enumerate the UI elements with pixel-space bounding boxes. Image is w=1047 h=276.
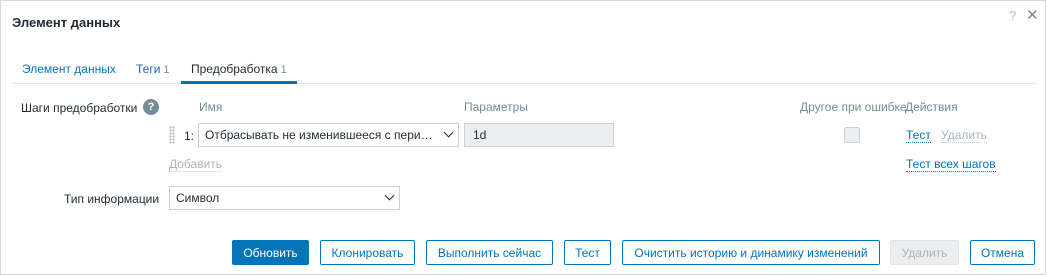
info-type-value: Символ	[176, 191, 220, 205]
tab-preprocessing[interactable]: Предобработка 1	[181, 62, 297, 84]
delete-button[interactable]: Удалить	[890, 240, 959, 265]
preprocessing-steps-label: Шаги предобработки	[21, 101, 138, 115]
column-header-actions: Действия	[905, 100, 958, 114]
execute-now-button[interactable]: Выполнить сейчас	[426, 240, 553, 265]
tab-item-label: Элемент данных	[22, 62, 116, 76]
add-step-link[interactable]: Добавить	[169, 157, 223, 172]
update-button[interactable]: Обновить	[232, 240, 309, 265]
clear-history-button[interactable]: Очистить историю и динамику изменений	[622, 240, 880, 265]
info-type-label: Тип информации	[64, 192, 160, 206]
dialog-title: Элемент данных	[12, 15, 121, 30]
item-dialog: Элемент данных ? ✕ Элемент данных Теги 1 …	[0, 0, 1046, 275]
step-type-select[interactable]: Отбрасывать не изменившееся с перио…	[198, 123, 459, 147]
close-icon[interactable]: ✕	[1026, 6, 1039, 24]
chevron-down-icon	[384, 190, 395, 201]
help-question-icon[interactable]: ?	[143, 99, 159, 115]
on-error-checkbox[interactable]	[844, 127, 860, 143]
tab-preprocessing-count: 1	[280, 64, 287, 76]
step-test-link[interactable]: Тест	[906, 128, 931, 143]
help-icon[interactable]: ?	[1009, 8, 1016, 23]
tab-preprocessing-label: Предобработка	[191, 62, 278, 76]
drag-handle-icon[interactable]	[169, 126, 175, 144]
chevron-down-icon	[443, 127, 454, 138]
step-delete-link[interactable]: Удалить	[941, 128, 987, 143]
test-button[interactable]: Тест	[564, 240, 611, 265]
tab-item[interactable]: Элемент данных	[22, 62, 116, 84]
tab-tags-count: 1	[163, 64, 170, 76]
step-type-value: Отбрасывать не изменившееся с перио…	[205, 128, 438, 142]
tab-tags-label: Теги	[136, 62, 161, 76]
column-header-name: Имя	[199, 100, 223, 114]
step-index: 1:	[184, 129, 195, 143]
clone-button[interactable]: Клонировать	[320, 240, 415, 265]
info-type-select[interactable]: Символ	[169, 186, 400, 210]
step-param-input[interactable]: 1d	[464, 123, 614, 147]
test-all-steps-link[interactable]: Тест всех шагов	[906, 157, 996, 172]
tab-tags[interactable]: Теги 1	[136, 62, 170, 84]
cancel-button[interactable]: Отмена	[970, 240, 1035, 265]
column-header-params: Параметры	[464, 100, 528, 114]
column-header-on-error: Другое при ошибке	[800, 100, 907, 114]
tab-bar: Элемент данных Теги 1 Предобработка 1	[12, 51, 1037, 84]
